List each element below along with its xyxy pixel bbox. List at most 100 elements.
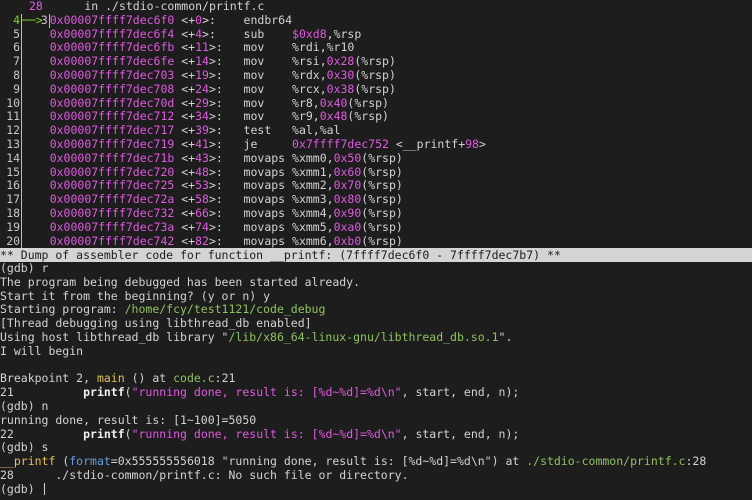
- asm-instruction-row[interactable]: 9 0x00007ffff7dec708 <+24>: mov %rcx,0x38(…: [0, 81, 752, 97]
- operand-segment: 98: [465, 136, 479, 151]
- instruction-operands: %r9,0x48(%rsp): [292, 109, 389, 124]
- console-text-segment: running done, result is: [1~100]=5050: [0, 412, 257, 427]
- asm-instruction-row[interactable]: 18 0x00007ffff7dec732 <+66>: movaps %xmm4,…: [0, 205, 752, 221]
- instruction-address-group: 0x00007ffff7dec720 <+48>:: [49, 164, 223, 179]
- asm-instruction-row[interactable]: 11 0x00007ffff7dec712 <+34>: mov %r9,0x48(…: [0, 109, 752, 125]
- asm-instruction-row[interactable]: 6 0x00007ffff7dec6fb <+11>: mov %rdi,%r10: [0, 40, 752, 56]
- line-number: 17: [0, 192, 23, 207]
- asm-instruction-row[interactable]: 10 0x00007ffff7dec70d <+29>: mov %r8,0x40(…: [0, 96, 752, 111]
- asm-instruction-row[interactable]: 20 0x00007ffff7dec742 <+82>: movaps %xmm6,…: [0, 233, 752, 249]
- console-line: [Thread debugging using libthread_db ena…: [0, 316, 752, 331]
- console-text-segment: printf: [83, 385, 125, 400]
- instruction-mnemonic: mov: [243, 54, 265, 69]
- operand-segment: %rdi,%r10: [292, 40, 355, 55]
- operand-segment: 0xa0: [333, 219, 362, 234]
- instruction-address-group: 0x00007ffff7dec708 <+24>:: [49, 81, 223, 96]
- instruction-offset: 4: [195, 26, 203, 41]
- operand-segment: ,%rsp: [326, 26, 362, 41]
- instruction-operands: %r8,0x40(%rsp): [292, 96, 389, 111]
- instruction-address: 0x00007ffff7dec6fe: [49, 54, 175, 69]
- instruction-address-group: 0x00007ffff7dec732 <+66>:: [49, 205, 223, 220]
- operand-segment: %rsi,: [292, 54, 327, 69]
- line-number: 11: [0, 110, 23, 125]
- instruction-mnemonic: mov: [243, 40, 265, 55]
- console-text-segment: :28: [685, 454, 707, 469]
- operand-segment: %xmm6,: [292, 233, 334, 248]
- instruction-mnemonic: test: [243, 123, 272, 138]
- instruction-operands: %xmm4,0x90(%rsp): [292, 205, 403, 221]
- operand-segment: %rcx,: [292, 81, 327, 96]
- operand-segment: %xmm2,: [292, 178, 334, 193]
- line-number: 13: [0, 137, 23, 152]
- console-text-segment: Using host libthread_db library ": [0, 329, 229, 344]
- instruction-address: 0x00007ffff7dec708: [49, 81, 175, 96]
- instruction-address-group: 0x00007ffff7dec6f4 <+4>:: [49, 26, 216, 41]
- line-number: 10: [0, 96, 23, 111]
- instruction-offset: 34: [195, 109, 209, 124]
- asm-instruction-row[interactable]: 19 0x00007ffff7dec73a <+74>: movaps %xmm5,…: [0, 219, 752, 235]
- console-line: running done, result is: [1~100]=5050: [0, 412, 752, 428]
- instruction-address: 0x00007ffff7dec72a: [49, 192, 175, 207]
- console-line: I will begin: [0, 344, 752, 359]
- instruction-operands: %rdi,%r10: [292, 40, 355, 55]
- instruction-address-group: 0x00007ffff7dec703 <+19>:: [49, 67, 223, 82]
- instruction-address-group: 0x00007ffff7dec742 <+82>:: [49, 233, 223, 248]
- asm-instruction-row[interactable]: 15 0x00007ffff7dec720 <+48>: movaps %xmm1,…: [0, 164, 752, 180]
- instruction-address-group: 0x00007ffff7dec6fe <+14>:: [49, 54, 223, 69]
- instruction-offset: 39: [195, 123, 209, 138]
- instruction-offset: 82: [195, 233, 209, 248]
- console-text-segment: format: [69, 454, 111, 469]
- asm-instruction-row[interactable]: 4 ──> 0x00007ffff7dec6f0 <+0>: endbr64: [0, 12, 752, 28]
- gdb-console[interactable]: (gdb) r The program being debugged has be…: [0, 261, 752, 497]
- console-text-segment: printf: [83, 426, 125, 441]
- console-text-segment: Starting program:: [0, 302, 125, 317]
- operand-segment: 0x7ffff7dec752: [292, 136, 389, 151]
- line-number: 15: [0, 165, 23, 180]
- console-text-segment: ".: [498, 329, 513, 344]
- console-text-segment: , start, end, n);: [401, 385, 520, 400]
- console-text-segment: __printf: [0, 454, 56, 469]
- operand-segment: (%rsp): [347, 109, 389, 124]
- operand-segment: %xmm0,: [292, 150, 334, 165]
- console-text-segment: (gdb) r: [0, 261, 49, 275]
- console-text-segment: (gdb) n: [0, 398, 49, 413]
- instruction-operands: 0x7ffff7dec752 <__printf+98>: [292, 136, 486, 152]
- instruction-operands: %rdx,0x30(%rsp): [292, 67, 396, 83]
- disassembly-pane[interactable]: 3 28 in ./stdio-common/printf.c 4 ──> 0x0…: [0, 0, 752, 249]
- instruction-address: 0x00007ffff7dec717: [49, 123, 175, 138]
- instruction-address: 0x00007ffff7dec6f0: [49, 12, 175, 27]
- asm-instruction-row[interactable]: 14 0x00007ffff7dec71b <+43>: movaps %xmm0,…: [0, 150, 752, 166]
- instruction-operands: %al,%al: [292, 123, 340, 138]
- instruction-address: 0x00007ffff7dec742: [49, 233, 175, 248]
- asm-instruction-row[interactable]: 12 0x00007ffff7dec717 <+39>: test %al,%al: [0, 123, 752, 138]
- operand-segment: %xmm4,: [292, 205, 334, 220]
- asm-instruction-row[interactable]: 8 0x00007ffff7dec703 <+19>: mov %rdx,0x30(…: [0, 67, 752, 83]
- console-line: Using host libthread_db library "/lib/x8…: [0, 329, 752, 345]
- text-cursor[interactable]: [43, 483, 45, 496]
- operand-segment: (%rsp): [361, 233, 403, 248]
- operand-segment: 0x70: [333, 178, 362, 193]
- console-text-segment: /lib/x86_64-linux-gnu/libthread_db.so.1: [228, 329, 499, 344]
- asm-instruction-row[interactable]: 5 0x00007ffff7dec6f4 <+4>: sub $0xd8,%rsp: [0, 26, 752, 42]
- instruction-offset: 11: [195, 40, 209, 55]
- instruction-mnemonic: movaps: [243, 164, 286, 179]
- instruction-address-group: ──> 0x00007ffff7dec6f0 <+0>:: [22, 12, 216, 27]
- console-text-segment: :21: [214, 371, 236, 386]
- console-text-segment: (: [124, 385, 132, 400]
- asm-instruction-row[interactable]: 17 0x00007ffff7dec72a <+58>: movaps %xmm3,…: [0, 192, 752, 207]
- operand-segment: (%rsp): [354, 67, 396, 82]
- instruction-operands: %xmm6,0xb0(%rsp): [292, 233, 403, 249]
- console-text-segment: , start, end, n);: [401, 426, 520, 441]
- asm-instruction-row[interactable]: 16 0x00007ffff7dec725 <+53>: movaps %xmm2,…: [0, 178, 752, 194]
- instruction-mnemonic: mov: [243, 109, 265, 124]
- console-line: (gdb): [0, 482, 752, 497]
- asm-instruction-row[interactable]: 7 0x00007ffff7dec6fe <+14>: mov %rsi,0x28(…: [0, 54, 752, 69]
- asm-instruction-row[interactable]: 13 0x00007ffff7dec719 <+41>: je 0x7ffff7de…: [0, 136, 752, 152]
- console-line: (gdb) n: [0, 398, 752, 414]
- operand-segment: (%rsp): [361, 219, 403, 234]
- instruction-offset: 74: [195, 219, 209, 234]
- console-text-segment: main: [96, 371, 125, 386]
- instruction-offset: 58: [195, 192, 209, 207]
- instruction-offset: 66: [195, 205, 209, 220]
- operand-segment: (%rsp): [361, 164, 403, 179]
